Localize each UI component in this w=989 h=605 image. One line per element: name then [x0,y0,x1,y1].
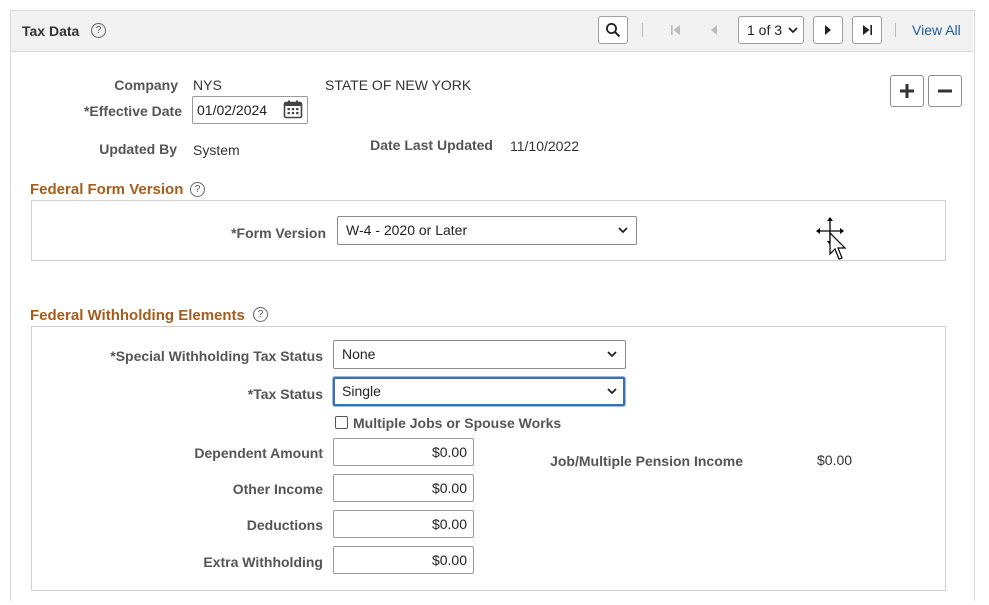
chevron-down-icon [607,351,617,358]
multiple-jobs-checkbox[interactable] [335,416,348,429]
special-status-label: *Special Withholding Tax Status [110,348,323,364]
effective-date-label: *Effective Date [83,103,182,119]
form-version-select[interactable]: W-4 - 2020 or Later [337,216,637,245]
special-status-select[interactable]: None [333,340,626,369]
extra-withholding-input[interactable]: $0.00 [333,546,474,574]
previous-icon [711,25,717,35]
plus-icon [900,84,914,98]
company-label: Company [114,77,178,93]
tax-status-label: *Tax Status [247,386,323,402]
separator [895,23,896,37]
panel-title: Tax Data [22,23,80,39]
deductions-input[interactable]: $0.00 [333,510,474,538]
previous-page-button[interactable] [699,16,729,44]
date-last-updated-label: Date Last Updated [370,137,493,153]
updated-by-value: System [193,142,240,158]
next-page-button[interactable] [813,16,843,44]
help-icon[interactable]: ? [253,307,268,322]
help-icon[interactable]: ? [190,182,205,197]
tax-status-select[interactable]: Single [333,377,625,406]
page-select-value: 1 of 3 [747,22,783,38]
dependent-amount-label: Dependent Amount [194,445,323,461]
special-status-value: None [342,346,376,362]
help-icon[interactable]: ? [91,23,106,38]
company-code: NYS [193,77,222,93]
view-all-link[interactable]: View All [912,22,961,38]
add-row-button[interactable] [890,75,924,107]
chevron-down-icon [788,27,798,34]
first-page-button[interactable] [661,16,691,44]
date-last-updated-value: 11/10/2022 [510,138,580,154]
other-income-label: Other Income [232,481,323,497]
next-icon [825,25,831,35]
multiple-jobs-label: Multiple Jobs or Spouse Works [353,415,562,431]
minus-icon [938,89,952,93]
federal-withholding-title: Federal Withholding Elements [30,307,245,324]
dependent-amount-input[interactable]: $0.00 [333,438,474,466]
federal-form-version-title: Federal Form Version [30,181,184,198]
other-income-input[interactable]: $0.00 [333,474,474,502]
updated-by-label: Updated By [99,141,177,157]
calendar-icon[interactable] [283,100,303,122]
job-pension-label: Job/Multiple Pension Income [550,453,743,469]
tax-status-value: Single [342,383,381,399]
last-page-button[interactable] [852,16,882,44]
form-version-value: W-4 - 2020 or Later [346,222,468,238]
move-cursor-icon [816,217,850,266]
chevron-down-icon [618,227,628,234]
page-select[interactable]: 1 of 3 [738,16,804,44]
chevron-down-icon [607,388,617,395]
delete-row-button[interactable] [928,75,962,107]
search-icon [606,23,621,38]
extra-withholding-label: Extra Withholding [203,554,323,570]
effective-date-value: 01/02/2024 [197,102,268,118]
company-name: STATE OF NEW YORK [325,77,472,93]
first-page-icon [671,25,680,35]
form-version-label: *Form Version [231,225,326,241]
deductions-label: Deductions [246,517,323,533]
search-button[interactable] [598,16,628,44]
last-page-icon [863,25,872,35]
job-pension-value: $0.00 [817,452,853,468]
separator [642,23,643,37]
